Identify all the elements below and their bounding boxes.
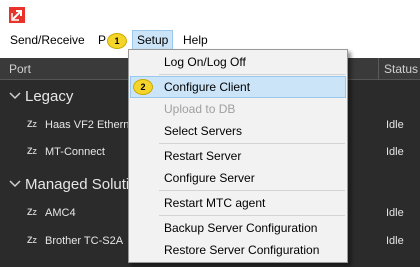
- menu-item-select-servers[interactable]: Select Servers: [130, 120, 346, 142]
- app-logo-icon[interactable]: [9, 7, 25, 23]
- step-2-callout: 2: [133, 79, 153, 95]
- port-status: Idle: [386, 235, 404, 247]
- chevron-down-icon[interactable]: [9, 177, 21, 189]
- sleep-zz-icon: ZZ: [27, 235, 37, 245]
- port-status: Idle: [386, 207, 404, 219]
- sleep-zz-icon: ZZ: [27, 146, 37, 156]
- menu-item-log-on-off[interactable]: Log On/Log Off: [130, 51, 346, 73]
- sleep-zz-icon: ZZ: [27, 207, 37, 217]
- port-name: AMC4: [45, 207, 76, 219]
- title-bar: [0, 0, 420, 30]
- column-header-port[interactable]: Port: [9, 62, 31, 76]
- menu-setup[interactable]: Setup: [132, 30, 174, 50]
- menu-help[interactable]: Help: [179, 30, 212, 50]
- setup-dropdown-menu: Log On/Log Off Configure Client Upload t…: [128, 49, 348, 263]
- column-header-status[interactable]: Status: [384, 62, 418, 76]
- port-status: Idle: [386, 119, 404, 131]
- port-name: Brother TC-S2A: [45, 235, 124, 247]
- menu-send-receive[interactable]: Send/Receive: [6, 30, 89, 50]
- menu-divider: [159, 143, 345, 144]
- menu-item-restart-mtc-agent[interactable]: Restart MTC agent: [130, 192, 346, 214]
- menu-item-restart-server[interactable]: Restart Server: [130, 145, 346, 167]
- menu-item-restore-server-configuration[interactable]: Restore Server Configuration: [130, 239, 346, 261]
- menu-item-configure-server[interactable]: Configure Server: [130, 167, 346, 189]
- menu-bar: Send/Receive P Setup Help: [0, 30, 420, 50]
- menu-item-upload-to-db: Upload to DB: [164, 102, 236, 116]
- port-name: MT-Connect: [45, 146, 105, 158]
- menu-divider: [159, 190, 345, 191]
- port-status: Idle: [386, 146, 404, 158]
- group-label: Managed Soluti: [25, 176, 130, 193]
- menu-item-configure-client[interactable]: Configure Client: [130, 76, 346, 98]
- menu-divider: [159, 215, 345, 216]
- chevron-down-icon[interactable]: [9, 89, 21, 101]
- column-divider[interactable]: [378, 58, 379, 80]
- menu-item-backup-server-configuration[interactable]: Backup Server Configuration: [130, 217, 346, 239]
- group-label: Legacy: [25, 88, 74, 105]
- menu-divider: [159, 74, 345, 75]
- port-name: Haas VF2 Etherne: [45, 119, 130, 131]
- step-1-callout: 1: [107, 33, 127, 49]
- sleep-zz-icon: ZZ: [27, 119, 37, 129]
